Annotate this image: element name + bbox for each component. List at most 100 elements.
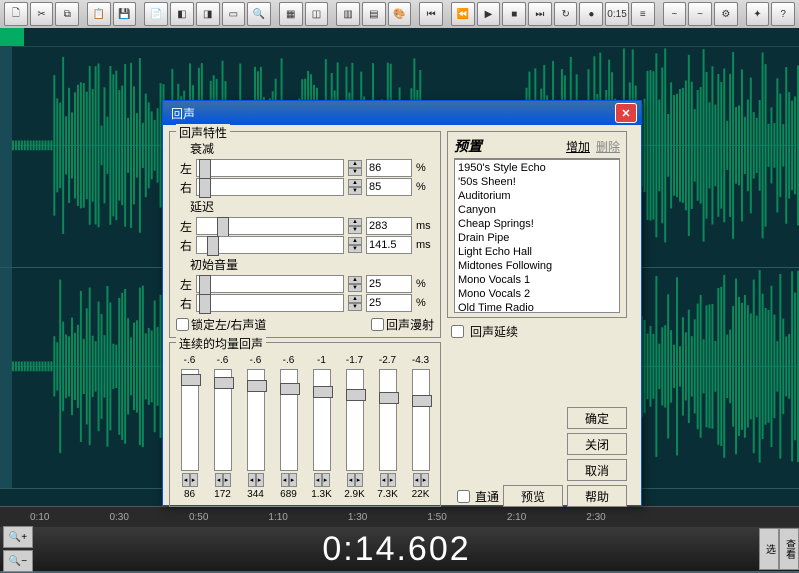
eq-spinner-1.3K[interactable]: ◂▸ [314,473,330,487]
file-new-button[interactable]: 🗋 [4,2,28,26]
eq-band-label: 344 [247,489,264,500]
settings-button[interactable]: ⚙ [714,2,738,26]
eq-slider-344[interactable] [247,369,265,471]
direct-checkbox[interactable]: 直通 [453,487,499,506]
decay-right-slider[interactable] [196,178,344,196]
view-left-button[interactable]: ◫ [305,2,329,26]
eq-spinner-689[interactable]: ◂▸ [281,473,297,487]
marker-button[interactable]: ▭ [222,2,246,26]
sel-all-button[interactable]: ▦ [279,2,303,26]
eq-spinner-22K[interactable]: ◂▸ [413,473,429,487]
eq-top-value: -.6 [184,355,196,367]
eq-slider-172[interactable] [214,369,232,471]
zoom-out-h-button[interactable]: 🔍− [3,550,33,572]
wave-l-button[interactable]: ~ [663,2,687,26]
eq-spinner-344[interactable]: ◂▸ [248,473,264,487]
lock-channels-checkbox[interactable]: 锁定左/右声道 [176,316,266,333]
overview-strip[interactable] [0,28,799,47]
view-mid-button[interactable]: ▥ [336,2,360,26]
initvol-left-spinner[interactable]: ▲▼ [348,276,362,292]
play-button[interactable]: ▶ [477,2,501,26]
side-select-button[interactable]: 选 [759,528,779,570]
view-right-button[interactable]: ▤ [362,2,386,26]
wave-r-button[interactable]: ~ [688,2,712,26]
close-icon[interactable]: ✕ [615,103,637,123]
page-button[interactable]: 📄 [144,2,168,26]
eq-top-value: -1.7 [346,355,363,367]
time-015-button[interactable]: 0:15 [605,2,629,26]
decay-left-slider[interactable] [196,159,344,177]
preset-item[interactable]: 1950's Style Echo [456,161,618,175]
preview-button[interactable]: 预览 [503,485,563,507]
eq-slider-689[interactable] [280,369,298,471]
initvol-right-slider[interactable] [196,294,344,312]
preset-item[interactable]: Old Time Radio [456,301,618,313]
echo-diffuse-checkbox[interactable]: 回声漫射 [371,316,434,333]
rec-button[interactable]: ● [579,2,603,26]
delay-left-value[interactable]: 283 [366,217,412,235]
zoom-in-h-button[interactable]: 🔍+ [3,526,33,548]
preset-item[interactable]: Drain Pipe [456,231,618,245]
cancel-button[interactable]: 取消 [567,459,627,481]
help-button[interactable]: 帮助 [567,485,627,507]
stop-button[interactable]: ■ [502,2,526,26]
preset-list[interactable]: 1950's Style Echo'50s Sheen!AuditoriumCa… [454,159,620,313]
loop-button[interactable]: ↻ [554,2,578,26]
skip-left-button[interactable]: ⏮ [419,2,443,26]
side-view-button[interactable]: 查看 [779,528,799,570]
palette-button[interactable]: 🎨 [388,2,412,26]
overview-selection[interactable] [0,28,24,46]
insert-left-button[interactable]: ◧ [170,2,194,26]
initvol-left-value[interactable]: 25 [366,275,412,293]
initvol-left-slider[interactable] [196,275,344,293]
preset-item[interactable]: Mono Vocals 2 [456,287,618,301]
eq-band-86: -.6◂▸86 [176,355,203,500]
decay-left-value[interactable]: 86 [366,159,412,177]
ok-button[interactable]: 确定 [567,407,627,429]
save-button[interactable]: 💾 [113,2,137,26]
eq-slider-7.3K[interactable] [379,369,397,471]
zoom-sel-button[interactable]: 🔍 [247,2,271,26]
decay-left-spinner[interactable]: ▲▼ [348,160,362,176]
preset-delete-button[interactable]: 删除 [596,138,620,155]
initvol-right-spinner[interactable]: ▲▼ [348,295,362,311]
help-button[interactable]: ? [771,2,795,26]
delay-right-slider[interactable] [196,236,344,254]
eq-slider-86[interactable] [181,369,199,471]
delay-right-value[interactable]: 141.5 [366,236,412,254]
preset-add-button[interactable]: 增加 [566,138,590,155]
eq-spinner-172[interactable]: ◂▸ [215,473,231,487]
close-button[interactable]: 关闭 [567,433,627,455]
delay-left-slider[interactable] [196,217,344,235]
preset-item[interactable]: Light Echo Hall [456,245,618,259]
preset-item[interactable]: Midtones Following [456,259,618,273]
eq-slider-2.9K[interactable] [346,369,364,471]
fx-button[interactable]: ✦ [746,2,770,26]
ruler-mark: 2:10 [507,512,526,523]
paste-button[interactable]: 📋 [87,2,111,26]
freq-button[interactable]: ≡ [631,2,655,26]
skip-start-button[interactable]: ⏪ [451,2,475,26]
eq-spinner-86[interactable]: ◂▸ [182,473,198,487]
eq-band-label: 172 [214,489,231,500]
dialog-titlebar[interactable]: 回声 ✕ [163,101,641,125]
copy-button[interactable]: ⧉ [55,2,79,26]
delay-left-spinner[interactable]: ▲▼ [348,218,362,234]
preset-item[interactable]: Auditorium [456,189,618,203]
decay-right-spinner[interactable]: ▲▼ [348,179,362,195]
echo-continue-checkbox[interactable]: 回声延续 [447,322,627,341]
cut-button[interactable]: ✂ [30,2,54,26]
preset-item[interactable]: Mono Vocals 1 [456,273,618,287]
preset-item[interactable]: '50s Sheen! [456,175,618,189]
preset-item[interactable]: Canyon [456,203,618,217]
eq-spinner-2.9K[interactable]: ◂▸ [347,473,363,487]
insert-right-button[interactable]: ◨ [196,2,220,26]
preset-item[interactable]: Cheap Springs! [456,217,618,231]
eq-spinner-7.3K[interactable]: ◂▸ [380,473,396,487]
eq-slider-1.3K[interactable] [313,369,331,471]
eq-slider-22K[interactable] [412,369,430,471]
initvol-right-value[interactable]: 25 [366,294,412,312]
delay-right-spinner[interactable]: ▲▼ [348,237,362,253]
decay-right-value[interactable]: 85 [366,178,412,196]
skip-end-button[interactable]: ⏭ [528,2,552,26]
